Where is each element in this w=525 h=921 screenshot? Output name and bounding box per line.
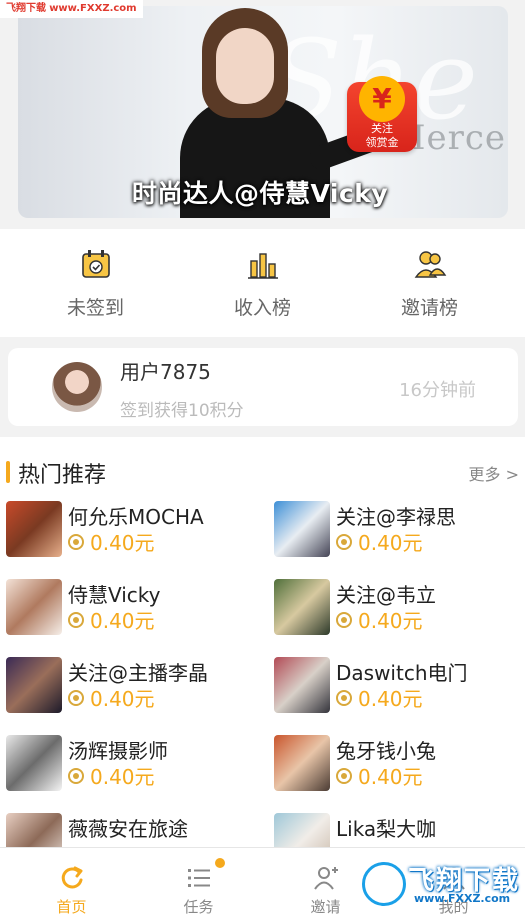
coin-icon [336,612,352,628]
watermark-bottom-url: www.FXXZ.com [414,892,511,905]
section-title: 热门推荐 [18,463,107,488]
timestamp: 16分钟前 [399,380,476,401]
user-name: 用户7875 [120,360,211,384]
users-icon [414,251,447,278]
yuan-coin-icon: ¥ [359,76,405,122]
item-thumbnail [274,501,330,557]
item-price: 0.40元 [90,531,155,555]
item-name: 侍慧Vicky [68,583,161,607]
tab-label: 首页 [56,898,87,916]
calendar-check-icon [82,250,110,278]
item-name: 关注@韦立 [336,583,436,607]
watermark-top: 飞翔下载 www.FXXZ.com [0,0,143,18]
coin-icon [68,768,84,784]
quick-action-sign-in[interactable]: 未签到 [8,229,183,337]
watermark-top-cn: 飞翔下载 [6,3,46,14]
promo-banner[interactable]: She Merce ¥ 关注 领赏金 时尚达人@侍慧Vicky [18,6,508,218]
item-name: 兔牙钱小兔 [336,739,436,763]
red-packet-button[interactable]: ¥ 关注 领赏金 [347,76,417,152]
item-thumbnail [6,501,62,557]
item-price: 0.40元 [358,765,423,789]
sign-in-reward-text: 签到获得10积分 [120,401,244,421]
watermark-top-url: www.FXXZ.com [49,3,137,14]
task-list-icon [188,869,210,887]
item-thumbnail [274,579,330,635]
item-thumbnail [6,735,62,791]
item-price: 0.40元 [90,765,155,789]
notification-dot [215,858,225,868]
invite-user-icon [314,867,338,890]
list-item[interactable]: 汤辉摄影师 0.40元 [6,735,256,793]
item-name: Daswitch电门 [336,661,468,685]
item-price: 0.40元 [90,609,155,633]
item-price: 0.40元 [358,609,423,633]
quick-action-label: 收入榜 [233,297,291,319]
item-thumbnail [274,735,330,791]
item-price: 0.40元 [358,531,423,555]
watermark-logo-icon [362,862,406,906]
item-price: 0.40元 [358,687,423,711]
tab-home[interactable]: 首页 [6,848,137,921]
item-thumbnail [6,813,62,847]
home-refresh-icon [61,866,83,889]
quick-action-label: 邀请榜 [400,297,458,319]
item-thumbnail [274,813,330,847]
quick-action-income-rank[interactable]: 收入榜 [175,229,350,337]
list-item[interactable]: 侍慧Vicky 0.40元 [6,579,256,637]
tab-label: 任务 [183,898,214,916]
item-price: 0.40元 [90,687,155,711]
avatar [52,362,102,412]
coin-icon [68,534,84,550]
sign-in-notice-card[interactable]: 用户7875 签到获得10积分 16分钟前 [8,348,518,426]
coin-icon [336,690,352,706]
list-item[interactable]: Lika梨大咖 [274,813,524,847]
coin-icon [336,768,352,784]
watermark-bottom: 飞翔下载 www.FXXZ.com [360,858,520,914]
item-thumbnail [6,579,62,635]
tab-tasks[interactable]: 任务 [133,848,264,921]
item-name: 关注@主播李晶 [68,661,208,685]
coin-icon [68,612,84,628]
item-name: 汤辉摄影师 [68,739,168,763]
item-name: 何允乐MOCHA [68,505,204,529]
quick-action-label: 未签到 [66,297,124,319]
list-item[interactable]: 关注@韦立 0.40元 [274,579,524,637]
item-thumbnail [274,657,330,713]
item-name: 薇薇安在旅途 [68,817,188,841]
item-thumbnail [6,657,62,713]
coin-icon [68,690,84,706]
banner-caption: 时尚达人@侍慧Vicky [132,179,389,208]
red-packet-line2: 领赏金 [365,136,399,149]
item-name: 关注@李禄思 [336,505,456,529]
list-item[interactable]: 关注@主播李晶 0.40元 [6,657,256,715]
more-link[interactable]: 更多 > [469,461,520,485]
list-item[interactable]: 薇薇安在旅途 [6,813,256,847]
hot-recommend-section: 热门推荐 更多 > 何允乐MOCHA 0.40元 关注@李禄思 0.40元 侍慧… [0,437,525,847]
list-item[interactable]: 何允乐MOCHA 0.40元 [6,501,256,559]
list-item[interactable]: Daswitch电门 0.40元 [274,657,524,715]
item-name: Lika梨大咖 [336,817,437,841]
list-item[interactable]: 兔牙钱小兔 0.40元 [274,735,524,793]
bar-chart-icon [248,253,278,279]
section-accent-bar [6,461,10,483]
quick-action-invite-rank[interactable]: 邀请榜 [342,229,517,337]
list-item[interactable]: 关注@李禄思 0.40元 [274,501,524,559]
coin-icon [336,534,352,550]
quick-actions: 未签到 收入榜 邀请榜 [0,229,525,337]
